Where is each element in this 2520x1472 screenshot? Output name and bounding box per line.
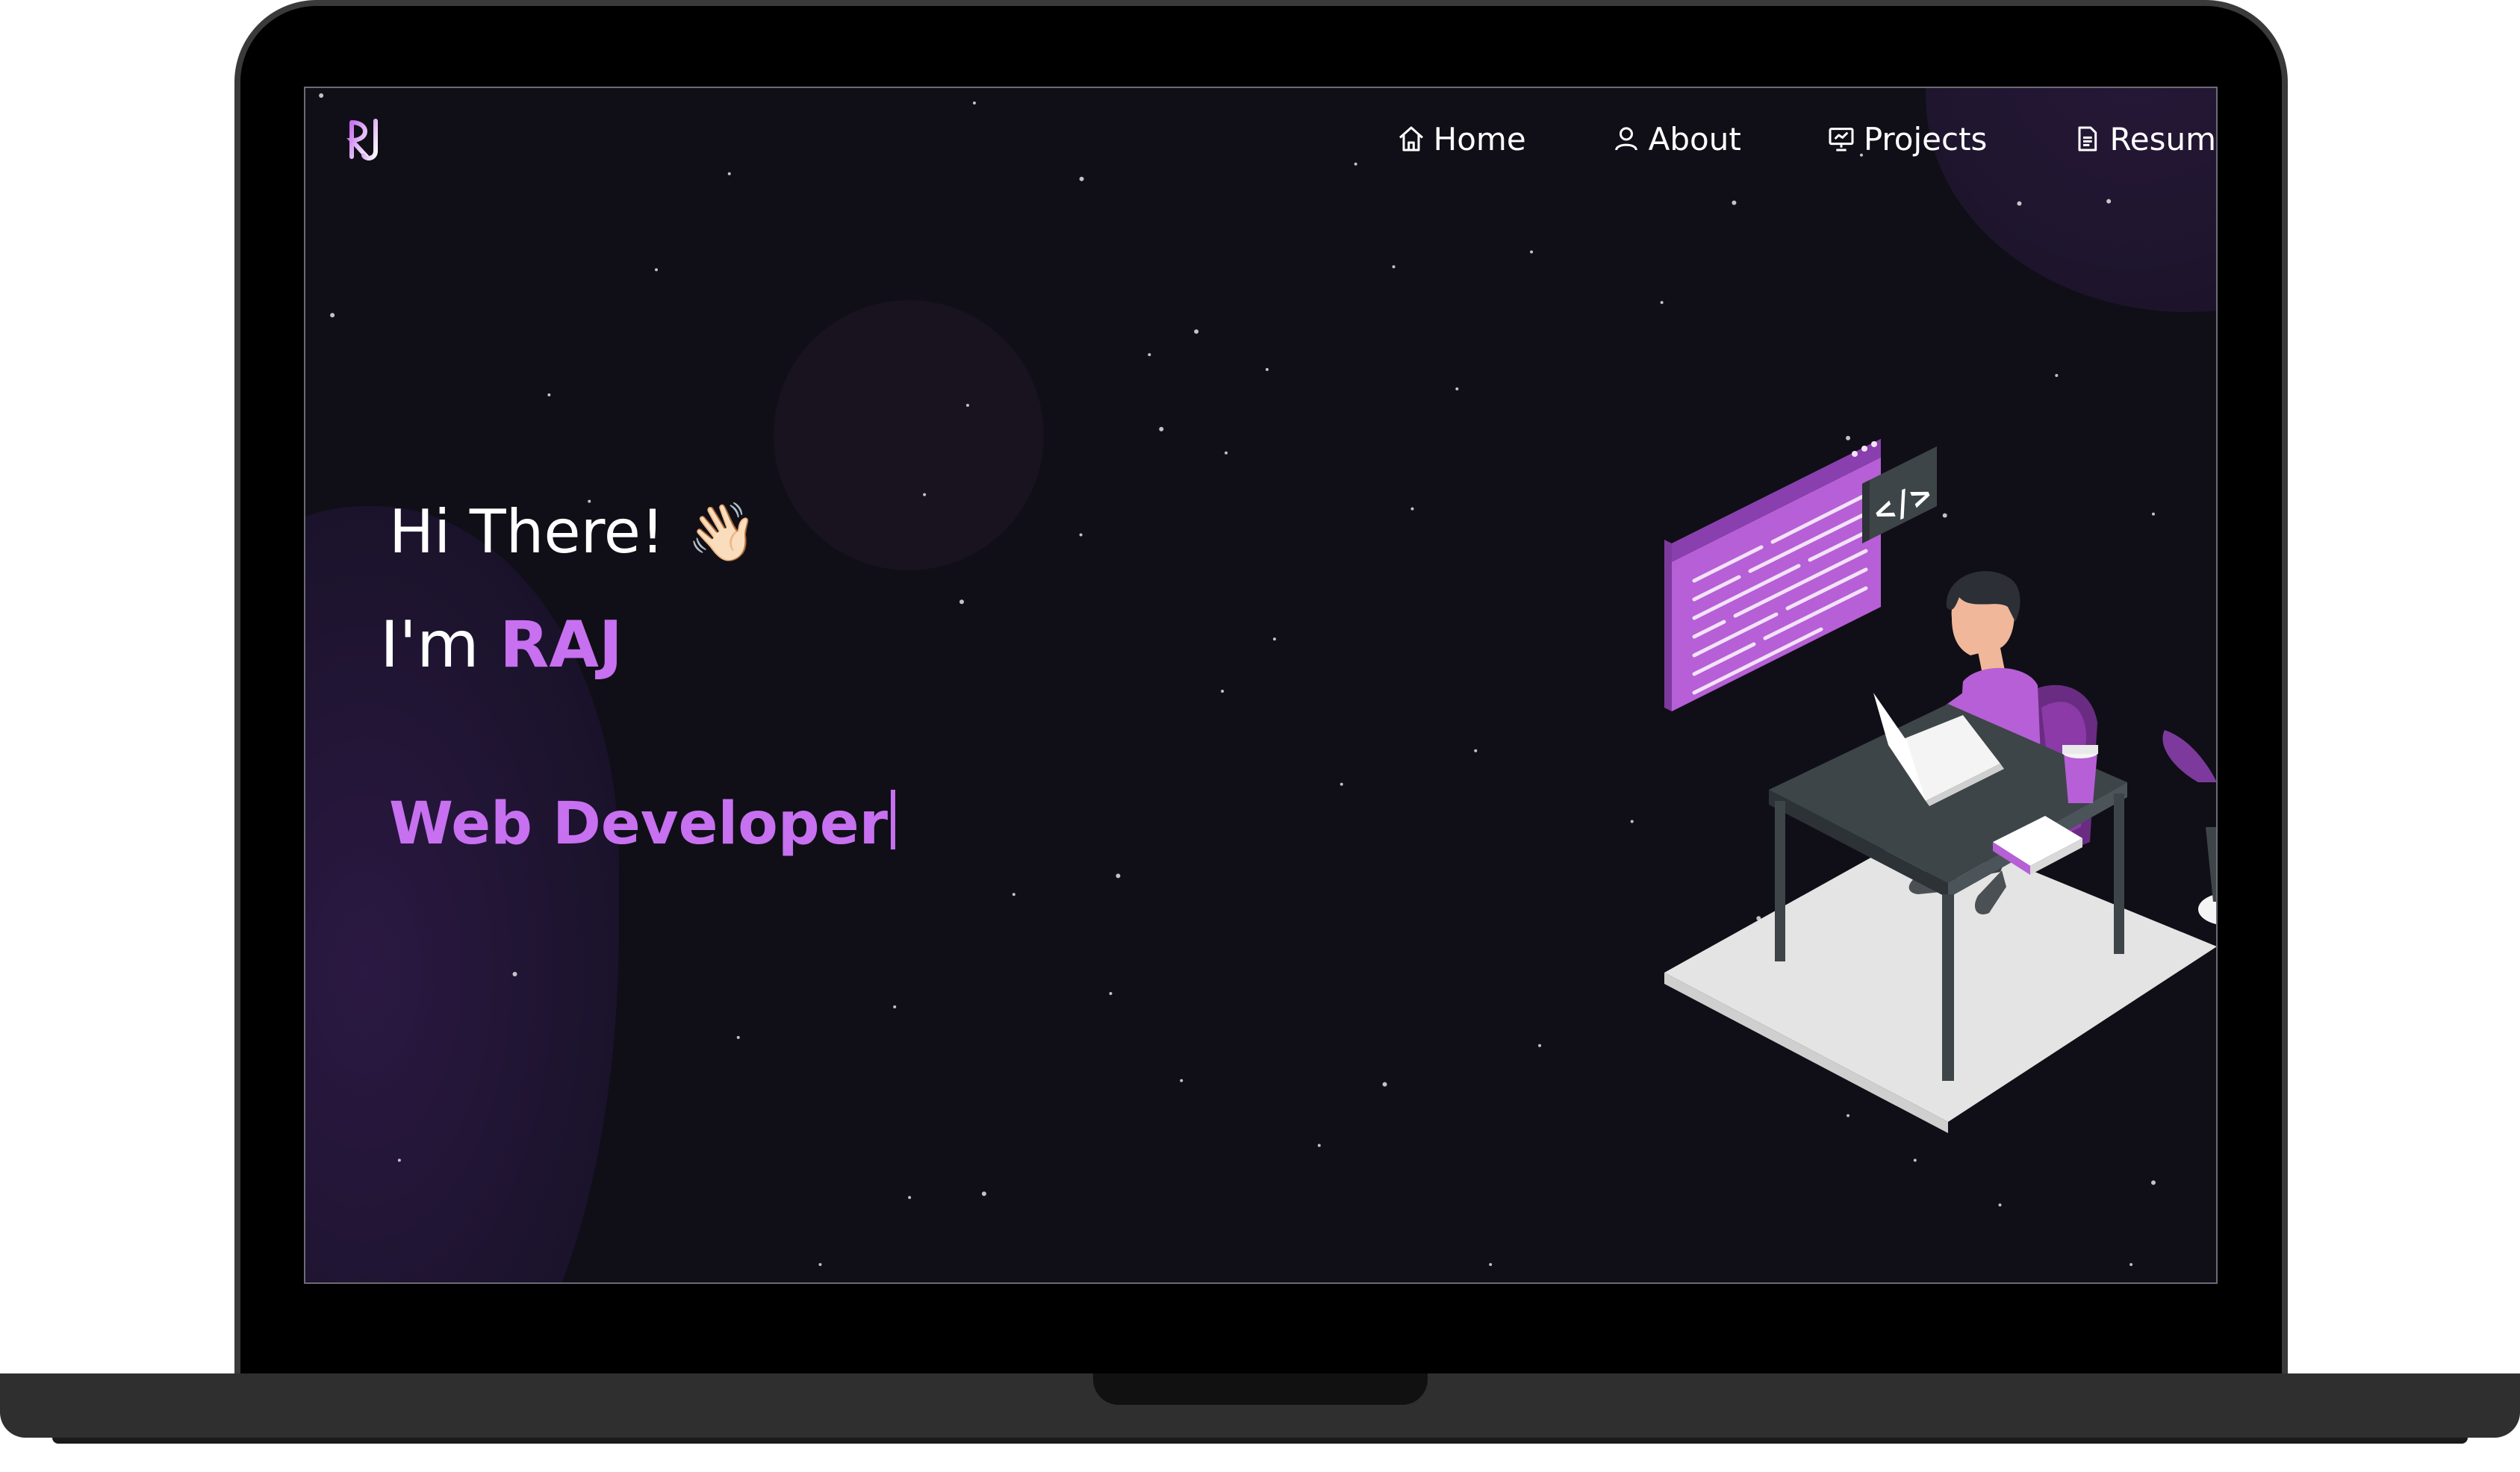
greeting-text: Hi There! [389, 497, 665, 567]
laptop-base-lip [52, 1438, 2468, 1444]
greeting-heading: Hi There! 👋🏻 [389, 497, 758, 567]
nav-about[interactable]: About [1611, 116, 1741, 161]
code-window [1664, 439, 1881, 711]
nav-projects[interactable]: Projects [1826, 116, 1988, 161]
intro-heading: I'm RAJ [380, 608, 623, 682]
developer-illustration: </> [1664, 439, 2216, 1133]
typing-cursor [891, 790, 896, 849]
nav-home[interactable]: Home [1396, 116, 1526, 161]
potted-plant [2162, 730, 2216, 925]
website-screen: Home About Projects Resum Hi There! 👋🏻 I… [304, 87, 2218, 1284]
user-icon [1614, 127, 1637, 151]
top-navigation: Home About Projects Resum [1396, 116, 2216, 161]
laptop-notch [1093, 1373, 1428, 1405]
intro-prefix: I'm [380, 608, 479, 682]
waving-hand-icon: 👋🏻 [687, 498, 758, 565]
laptop-mockup: Home About Projects Resum Hi There! 👋🏻 I… [0, 0, 2520, 1472]
nav-home-label: Home [1433, 120, 1526, 158]
logo-icon[interactable] [325, 113, 413, 166]
nav-resume[interactable]: Resum [2072, 116, 2216, 161]
home-icon [1399, 126, 1423, 152]
presentation-icon [1829, 128, 1854, 152]
nav-about-label: About [1648, 120, 1741, 158]
coffee-cup [2062, 745, 2098, 803]
nav-resume-label: Resum [2109, 120, 2216, 158]
nav-projects-label: Projects [1863, 120, 1988, 158]
hero-name: RAJ [500, 608, 623, 682]
document-icon [2078, 126, 2097, 152]
role-text: Web Developer [389, 790, 889, 858]
typewriter-role: Web Developer [389, 790, 896, 858]
